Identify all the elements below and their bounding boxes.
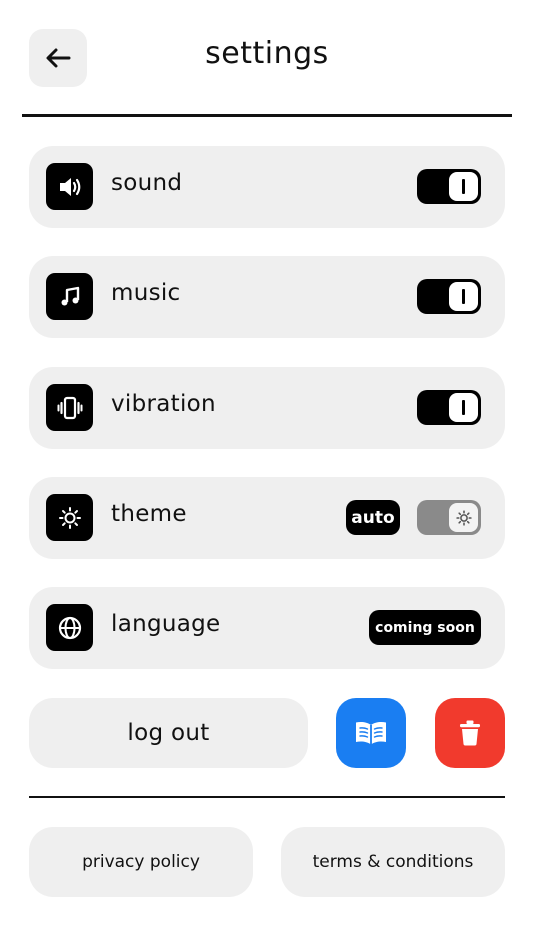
page-title: settings [205, 36, 329, 71]
setting-label-language: language [111, 611, 221, 637]
setting-label-theme: theme [111, 501, 187, 527]
toggle-knob [449, 393, 478, 422]
book-button[interactable] [336, 698, 406, 768]
sound-toggle[interactable] [417, 169, 481, 204]
music-toggle[interactable] [417, 279, 481, 314]
setting-row-language: language coming soon [29, 587, 505, 669]
globe-icon [46, 604, 93, 651]
trash-icon [460, 720, 480, 746]
toggle-knob [449, 282, 478, 311]
music-note-icon [46, 273, 93, 320]
toggle-knob [449, 503, 478, 532]
coming-soon-badge: coming soon [369, 610, 481, 645]
vibration-icon [46, 384, 93, 431]
logout-button[interactable]: log out [29, 698, 308, 768]
setting-label-sound: sound [111, 170, 183, 196]
terms-conditions-button[interactable]: terms & conditions [281, 827, 505, 897]
setting-label-vibration: vibration [111, 391, 216, 417]
speaker-icon [46, 163, 93, 210]
delete-button[interactable] [435, 698, 505, 768]
setting-row-music: music [29, 256, 505, 338]
toggle-knob [449, 172, 478, 201]
book-icon [356, 722, 386, 745]
settings-screen: settings sound music vibration theme aut… [0, 0, 534, 950]
setting-label-music: music [111, 280, 181, 306]
setting-row-theme: theme auto [29, 477, 505, 559]
sun-icon [455, 509, 472, 526]
setting-row-sound: sound [29, 146, 505, 228]
footer-divider [29, 796, 505, 798]
sun-icon [46, 494, 93, 541]
privacy-policy-button[interactable]: privacy policy [29, 827, 253, 897]
theme-auto-badge[interactable]: auto [346, 500, 400, 535]
vibration-toggle[interactable] [417, 390, 481, 425]
setting-row-vibration: vibration [29, 367, 505, 449]
header-divider [22, 114, 512, 117]
theme-toggle[interactable] [417, 500, 481, 535]
